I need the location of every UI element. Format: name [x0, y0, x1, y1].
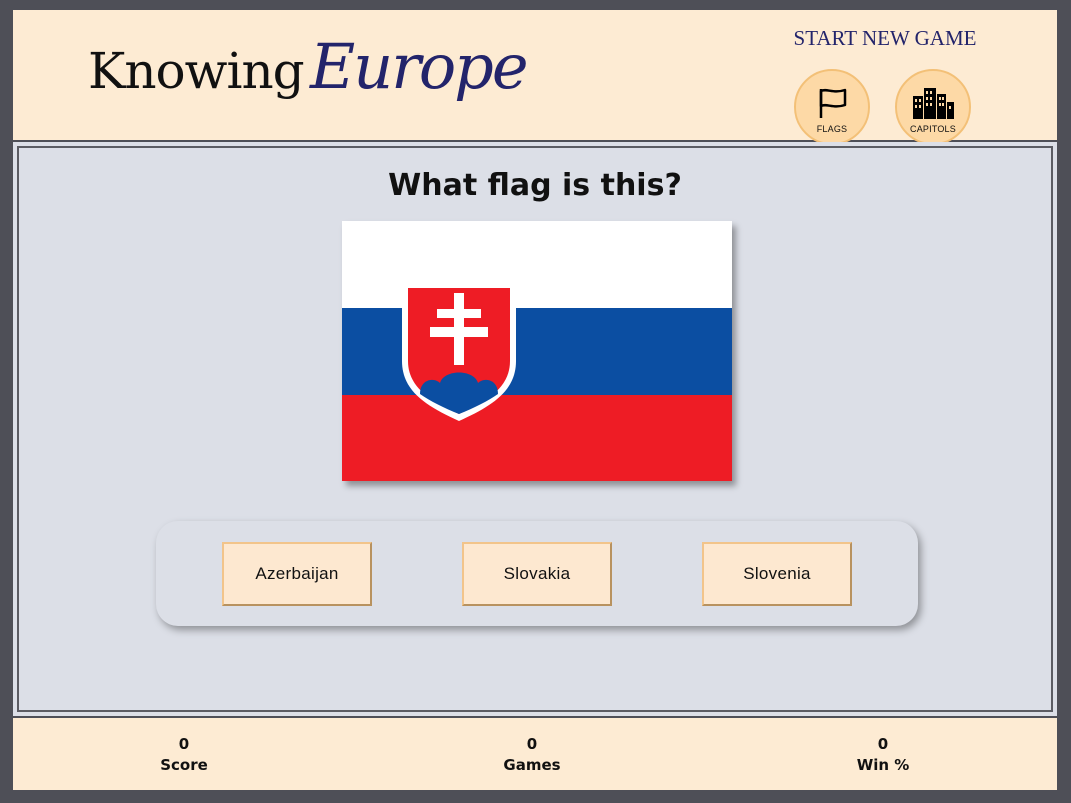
- answer-button-slovenia[interactable]: Slovenia: [702, 542, 852, 606]
- games-label: Games: [503, 756, 561, 774]
- capitols-mode-button[interactable]: CAPITOLS: [895, 69, 971, 145]
- score-value: 0: [178, 735, 190, 753]
- logo-text-europe: Europe: [310, 30, 529, 103]
- header: Knowing Europe START NEW GAME FLAGS CAPI…: [13, 10, 1057, 145]
- answer-options: Azerbaijan Slovakia Slovenia: [156, 521, 918, 626]
- logo-text-knowing: Knowing: [88, 42, 305, 100]
- capitols-mode-label: CAPITOLS: [910, 124, 956, 134]
- answer-button-azerbaijan[interactable]: Azerbaijan: [222, 542, 372, 606]
- games-value: 0: [526, 735, 538, 753]
- score-label: Score: [160, 756, 208, 774]
- city-icon: [913, 88, 954, 119]
- games-stat: 0 Games: [472, 734, 592, 776]
- flags-mode-button[interactable]: FLAGS: [794, 69, 870, 145]
- slovakia-flag-image: [342, 221, 732, 481]
- question-title: What flag is this?: [388, 168, 682, 203]
- answer-button-slovakia[interactable]: Slovakia: [462, 542, 612, 606]
- win-percent-label: Win %: [856, 756, 910, 774]
- new-game-panel: START NEW GAME FLAGS CAPITOLS: [793, 26, 977, 145]
- score-stat: 0 Score: [124, 734, 244, 776]
- start-new-game-label: START NEW GAME: [793, 26, 977, 50]
- win-percent-value: 0: [877, 735, 889, 753]
- flags-mode-label: FLAGS: [816, 124, 848, 134]
- flag-icon: [819, 88, 847, 118]
- stats-footer: 0 Score 0 Games 0 Win %: [13, 718, 1057, 790]
- quiz-area: What flag is this? Azerbaijan Slovakia S…: [17, 146, 1053, 712]
- main-panel: What flag is this? Azerbaijan Slovakia S…: [13, 142, 1057, 716]
- win-percent-stat: 0 Win %: [823, 734, 943, 776]
